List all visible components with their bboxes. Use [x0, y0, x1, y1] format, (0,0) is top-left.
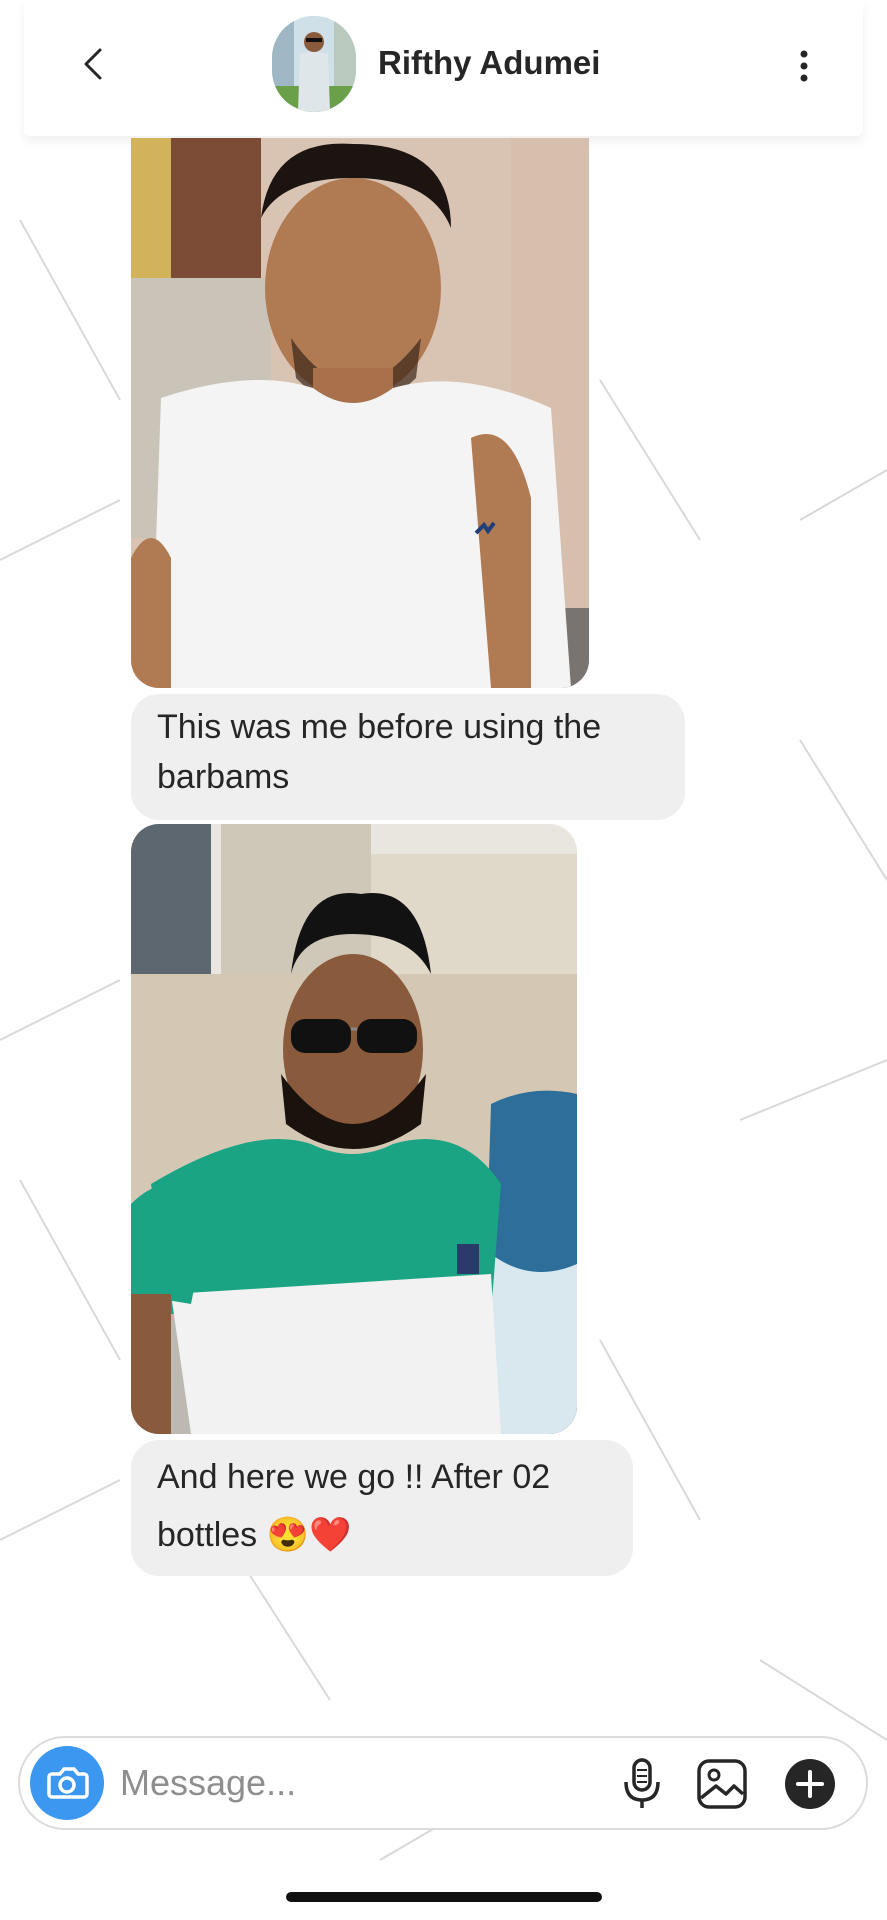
chevron-left-icon[interactable] [74, 42, 114, 86]
microphone-icon[interactable] [620, 1756, 664, 1812]
message-bubble[interactable]: And here we go !! After 02 bottles 😍❤️ [131, 1440, 633, 1576]
message-photo[interactable] [131, 824, 577, 1434]
camera-button[interactable] [30, 1746, 104, 1820]
message-bubble[interactable]: This was me before using the barbams [131, 694, 685, 820]
contact-name[interactable]: Rifthy Adumei [378, 44, 600, 82]
message-input[interactable]: Message... [120, 1762, 296, 1804]
camera-icon [47, 1767, 89, 1799]
vertical-dots-icon[interactable] [792, 46, 816, 86]
home-indicator[interactable] [286, 1892, 602, 1902]
message-photo[interactable] [131, 138, 589, 688]
plus-icon[interactable] [784, 1758, 836, 1810]
chat-header: Rifthy Adumei [24, 0, 863, 136]
message-composer: Message... [18, 1736, 868, 1830]
gallery-icon[interactable] [696, 1758, 748, 1810]
avatar[interactable] [272, 16, 356, 112]
